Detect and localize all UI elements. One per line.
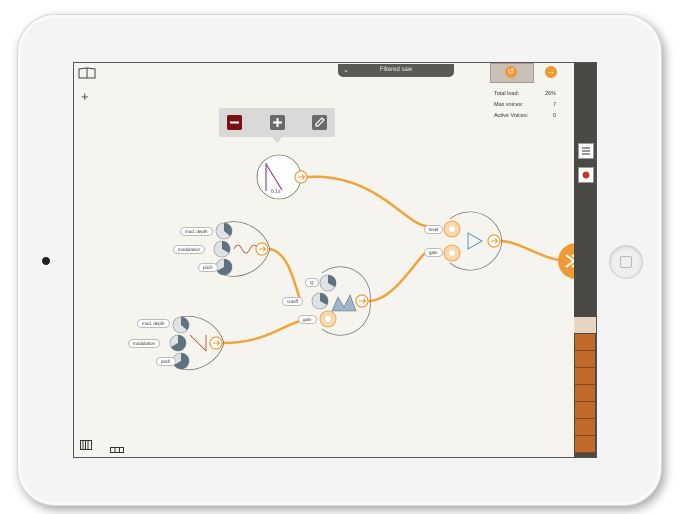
amp-gain-label[interactable]: gain (424, 248, 443, 257)
piano-keyboard[interactable] (574, 317, 596, 457)
filter-cutoff-label[interactable]: cutoff (282, 297, 303, 306)
wire-env-amp (306, 175, 428, 228)
lfo1-depth-label[interactable]: mod. depth (180, 227, 213, 236)
lfo2-mod-label[interactable]: modulation (128, 339, 161, 348)
lfo1-mod-label[interactable]: modulation (173, 245, 206, 254)
app-screen: + ⌄ Filtered saw ↺ → Total load: 26% Max … (73, 62, 597, 458)
lfo1-node (213, 221, 271, 277)
grid-view-icon[interactable] (110, 440, 124, 457)
record-icon[interactable] (578, 167, 594, 183)
list-icon[interactable] (578, 143, 594, 159)
filter-node (311, 266, 371, 336)
amp-node (443, 211, 503, 271)
filter-gain-label[interactable]: gain (298, 315, 317, 324)
wire-filter-amp (368, 250, 428, 303)
wire-lfo1-filter (268, 247, 302, 301)
filter-q-label[interactable]: Q (305, 278, 319, 287)
envelope-value: 0.1s (271, 189, 281, 195)
right-sidebar (574, 63, 596, 457)
lfo2-node (169, 315, 225, 371)
wire-lfo2-filter (222, 319, 302, 345)
envelope-node (256, 154, 308, 200)
keyboard-icon[interactable] (80, 437, 92, 455)
amp-level-label[interactable]: level (424, 225, 444, 234)
lfo2-pitch-label[interactable]: pitch (156, 357, 176, 366)
wire-amp-out (500, 239, 570, 263)
lfo1-pitch-label[interactable]: pitch (198, 263, 218, 272)
patch-canvas (169, 154, 595, 371)
home-button[interactable] (609, 245, 643, 279)
lfo2-depth-label[interactable]: mod. depth (137, 319, 170, 328)
camera-dot (42, 257, 50, 265)
